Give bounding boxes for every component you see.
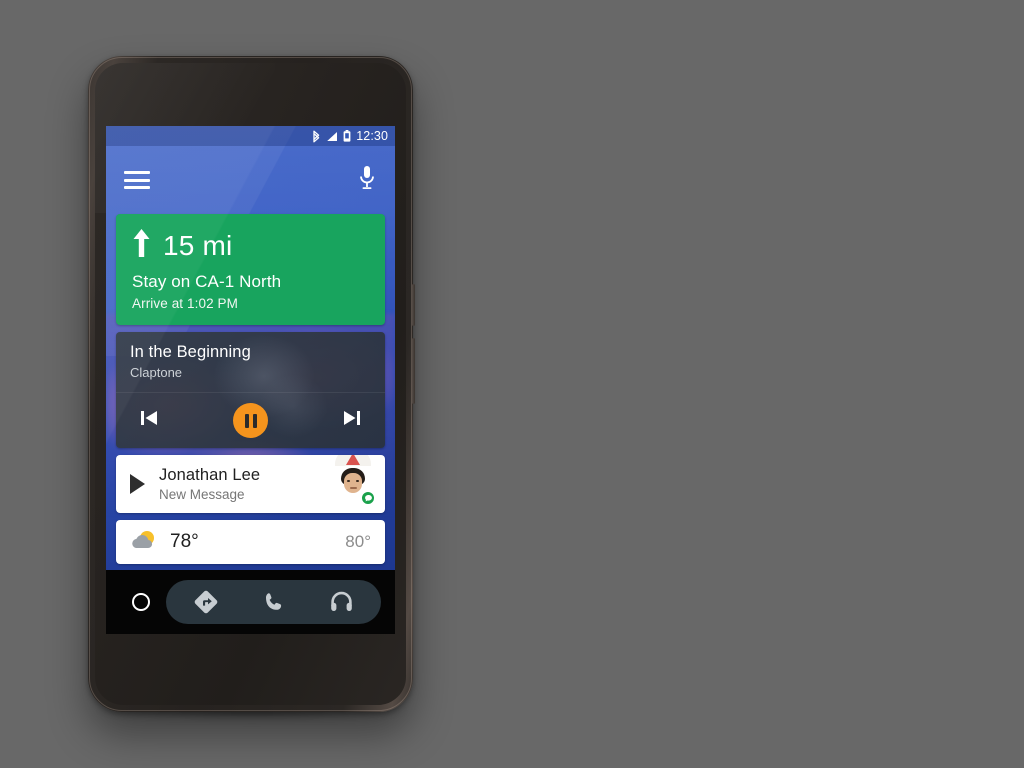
navigation-headline: 15 mi bbox=[132, 228, 369, 263]
home-button[interactable] bbox=[132, 593, 150, 611]
message-text: Jonathan Lee New Message bbox=[159, 466, 333, 502]
navigation-road: Stay on CA-1 North bbox=[132, 272, 282, 291]
status-bar-clock: 12:30 bbox=[356, 128, 388, 143]
navigation-distance: 15 mi bbox=[163, 229, 233, 261]
microphone-icon[interactable] bbox=[357, 164, 377, 197]
bluetooth-icon bbox=[312, 130, 321, 143]
app-bar bbox=[106, 146, 395, 214]
status-bar: 12:30 bbox=[106, 126, 395, 146]
messaging-app-badge-icon bbox=[360, 490, 376, 506]
bottom-navigation-bar bbox=[106, 570, 395, 634]
phone-screen: 12:30 15 mi Stay on CA-1 North Arrive at… bbox=[106, 126, 395, 634]
power-button[interactable] bbox=[412, 284, 415, 326]
scene-root: 12:30 15 mi Stay on CA-1 North Arrive at… bbox=[0, 0, 1024, 768]
navigation-eta: Arrive at 1:02 PM bbox=[132, 296, 238, 311]
hamburger-menu-icon[interactable] bbox=[124, 171, 150, 189]
message-card[interactable]: Jonathan Lee New Message bbox=[116, 455, 385, 513]
media-transport-controls bbox=[116, 392, 385, 448]
phone-icon[interactable] bbox=[262, 590, 286, 614]
media-card[interactable]: In the Beginning Claptone bbox=[116, 332, 385, 448]
navigation-diamond-icon[interactable] bbox=[193, 589, 219, 615]
weather-current-temp: 78° bbox=[170, 531, 199, 552]
headphones-icon[interactable] bbox=[329, 590, 354, 614]
signal-bars-icon bbox=[326, 131, 338, 142]
navigation-card[interactable]: 15 mi Stay on CA-1 North Arrive at 1:02 … bbox=[116, 214, 385, 325]
message-subtitle: New Message bbox=[159, 487, 245, 502]
media-metadata: In the Beginning Claptone bbox=[116, 332, 385, 392]
app-switcher-pill bbox=[166, 580, 381, 624]
skip-next-icon[interactable] bbox=[341, 407, 363, 434]
media-artist: Claptone bbox=[130, 365, 183, 380]
weather-high-temp: 80° bbox=[345, 532, 371, 551]
partly-cloudy-icon bbox=[130, 529, 160, 556]
volume-button[interactable] bbox=[412, 338, 415, 404]
skip-previous-icon[interactable] bbox=[138, 407, 160, 434]
media-track-title: In the Beginning bbox=[130, 343, 251, 361]
arrow-up-icon bbox=[132, 228, 151, 263]
play-icon[interactable] bbox=[130, 474, 145, 494]
message-sender: Jonathan Lee bbox=[159, 466, 261, 484]
weather-card[interactable]: 78° 80° bbox=[116, 520, 385, 564]
battery-icon bbox=[343, 130, 351, 142]
pause-icon[interactable] bbox=[233, 403, 268, 438]
avatar bbox=[333, 455, 376, 506]
